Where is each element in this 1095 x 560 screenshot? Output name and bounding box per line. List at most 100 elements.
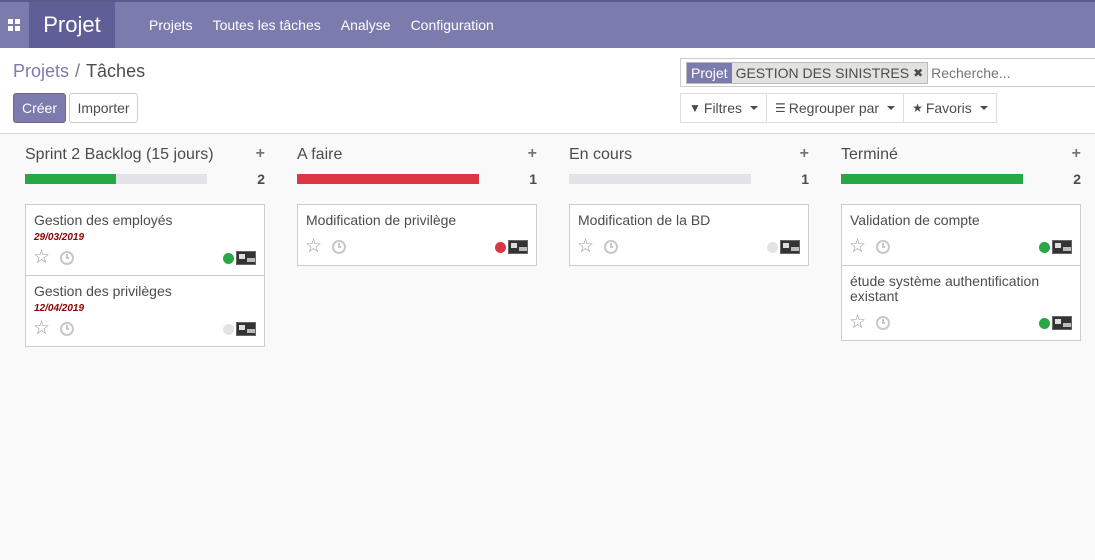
activity-clock-icon[interactable] [876,240,890,254]
kanban-state-dot[interactable] [223,253,234,264]
column-header: Sprint 2 Backlog (15 jours) +2 [25,134,265,187]
assignee-avatar [1052,316,1072,330]
assignee-avatar [780,240,800,254]
app-brand[interactable]: Projet [29,2,115,48]
remove-facet-icon[interactable]: ✖ [913,66,927,80]
search-bar: Projet GESTION DES SINISTRES ✖ [680,58,1095,87]
column-header: En cours +1 [569,134,809,187]
add-task-icon[interactable]: + [528,145,537,163]
kanban-state-dot[interactable] [495,242,506,253]
filter-icon: ▼ [689,101,701,115]
column-title: A faire [297,146,343,163]
progress-fill [841,174,1023,184]
kanban-column: Sprint 2 Backlog (15 jours) +2 Gestion des… [25,134,265,347]
column-header: A faire +1 [297,134,537,187]
kanban-column: Terminé +2 Validation de compte ☆ étude syst… [841,134,1081,341]
list-icon: ☰ [775,101,786,115]
add-task-icon[interactable]: + [800,145,809,163]
menu-item-configuration[interactable]: Configuration [411,17,494,33]
task-deadline: 29/03/2019 [34,232,85,243]
column-count: 2 [1073,171,1081,187]
menu-item-projets[interactable]: Projets [149,17,193,33]
breadcrumb-current: Tâches [86,61,146,81]
import-button[interactable]: Importer [69,93,138,123]
column-progress-bar[interactable] [569,174,751,184]
kanban-state-dot[interactable] [1039,318,1050,329]
caret-down-icon [750,106,759,110]
control-panel: Projets / Tâches Créer Importer Projet GES… [0,48,1095,134]
search-input[interactable] [931,64,1082,81]
breadcrumb-projets-link[interactable]: Projets [13,61,69,81]
task-deadline: 12/04/2019 [34,303,85,314]
assignee-avatar [1052,240,1072,254]
priority-star-icon[interactable]: ☆ [577,237,594,256]
column-header: Terminé +2 [841,134,1081,187]
activity-clock-icon[interactable] [60,251,74,265]
activity-clock-icon[interactable] [604,240,618,254]
kanban-state-dot[interactable] [223,324,234,335]
kanban-state-dot[interactable] [767,242,778,253]
apps-grid-icon [8,19,20,31]
star-icon: ★ [912,101,923,115]
task-title: Gestion des employés [34,212,173,228]
favorites-button[interactable]: ★ Favoris [903,93,997,123]
task-card[interactable]: Modification de privilège ☆ [297,204,537,266]
task-card[interactable]: Validation de compte ☆ [841,204,1081,266]
column-count: 1 [801,171,809,187]
column-count: 2 [257,171,265,187]
caret-down-icon [979,106,988,110]
breadcrumb: Projets / Tâches [13,61,145,82]
search-options: ▼ Filtres ☰ Regrouper par ★ Favoris [680,93,997,123]
top-navbar: Projet Projets Toutes les tâches Analyse… [0,0,1095,48]
assignee-avatar [236,251,256,265]
column-title: En cours [569,146,633,163]
progress-fill [297,174,479,184]
column-title: Sprint 2 Backlog (15 jours) [25,146,214,163]
create-button[interactable]: Créer [13,93,66,123]
task-card[interactable]: étude système authentification existant ☆ [841,265,1081,341]
kanban-state-dot[interactable] [1039,242,1050,253]
activity-clock-icon[interactable] [60,322,74,336]
group-by-button[interactable]: ☰ Regrouper par [766,93,905,123]
add-task-icon[interactable]: + [256,145,265,163]
assignee-avatar [236,322,256,336]
facet-value: GESTION DES SINISTRES [735,64,910,81]
assignee-avatar [508,240,528,254]
kanban-column: En cours +1 Modification de la BD ☆ [569,134,809,266]
task-card[interactable]: Gestion des privilèges 12/04/2019 ☆ [25,275,265,347]
task-card[interactable]: Modification de la BD ☆ [569,204,809,266]
caret-down-icon [887,106,896,110]
task-title: Validation de compte [850,212,980,228]
group-by-label: Regrouper par [788,100,880,116]
priority-star-icon[interactable]: ☆ [849,237,866,256]
task-card[interactable]: Gestion des employés 29/03/2019 ☆ [25,204,265,276]
task-title: Modification de la BD [578,212,711,228]
favorites-label: Favoris [925,100,972,116]
filters-button[interactable]: ▼ Filtres [680,93,768,123]
task-title: Gestion des privilèges [34,283,172,299]
column-progress-bar[interactable] [25,174,207,184]
column-progress-bar[interactable] [841,174,1023,184]
priority-star-icon[interactable]: ☆ [33,319,50,338]
priority-star-icon[interactable]: ☆ [849,313,866,332]
progress-fill [25,174,116,184]
breadcrumb-separator: / [75,61,81,81]
menu-item-toutes-les-taches[interactable]: Toutes les tâches [213,17,321,33]
search-facet: Projet GESTION DES SINISTRES ✖ [686,61,929,84]
priority-star-icon[interactable]: ☆ [33,248,50,267]
column-count: 1 [529,171,537,187]
priority-star-icon[interactable]: ☆ [305,237,322,256]
activity-clock-icon[interactable] [332,240,346,254]
facet-category: Projet [687,62,732,83]
filters-label: Filtres [703,100,743,116]
apps-menu-button[interactable] [0,2,28,48]
task-title: étude système authentification existant [850,273,1040,304]
task-title: Modification de privilège [306,212,457,228]
column-title: Terminé [841,146,898,163]
column-progress-bar[interactable] [297,174,479,184]
menu-item-analyse[interactable]: Analyse [341,17,391,33]
main-menu: Projets Toutes les tâches Analyse Config… [149,17,514,33]
add-task-icon[interactable]: + [1072,145,1081,163]
kanban-column: A faire +1 Modification de privilège ☆ [297,134,537,266]
activity-clock-icon[interactable] [876,316,890,330]
